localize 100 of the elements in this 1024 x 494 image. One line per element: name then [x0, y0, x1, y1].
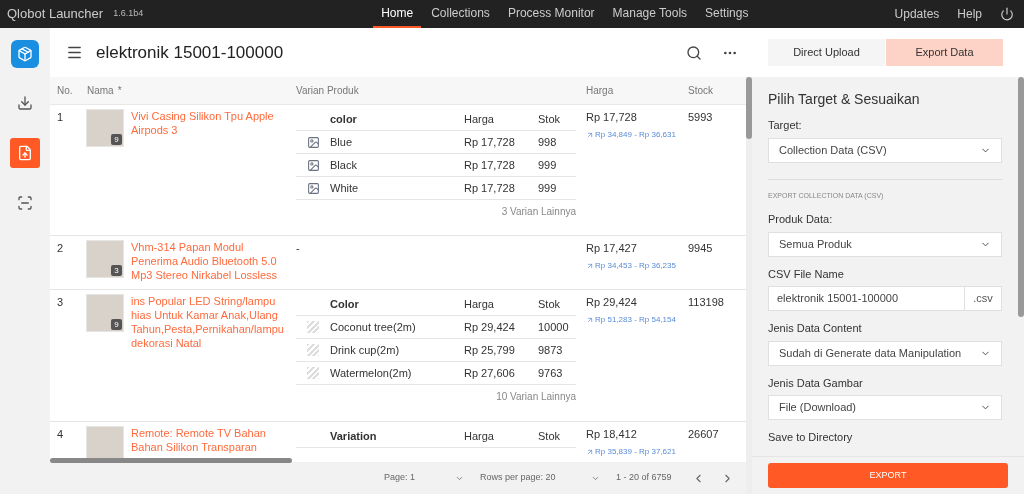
stock-text: 113198: [688, 296, 724, 308]
nav-tab[interactable]: Collections: [423, 0, 498, 28]
dropdown-select[interactable]: Sudah di Generate data Manipulation: [768, 340, 1002, 366]
price-range-text: Rp 51,283 - Rp 54,154: [595, 313, 676, 326]
page-select[interactable]: Page: 1: [384, 471, 464, 485]
menu-icon[interactable]: [66, 44, 83, 61]
variant-stock: 10000: [538, 319, 569, 335]
variant-name: White: [330, 180, 360, 196]
variant-header: Harga: [464, 112, 495, 128]
trend-arrow-icon: [586, 447, 594, 456]
nav-link[interactable]: Updates: [894, 5, 940, 23]
header-button[interactable]: Export Data: [886, 39, 1003, 66]
field-label: CSV File Name: [768, 266, 845, 282]
variant-header: Stok: [538, 429, 560, 445]
image-icon: [306, 135, 320, 149]
app-title: Qlobot Launcher: [7, 5, 104, 24]
dropdown-select[interactable]: Semua Produk: [768, 231, 1002, 257]
trend-arrow-icon: [586, 130, 594, 139]
panel-title: Pilih Target & Sesuaikan: [768, 90, 921, 109]
price-text: Rp 17,427: [586, 241, 638, 256]
no-variants-text: -: [296, 242, 300, 254]
variant-header: color: [330, 112, 358, 128]
price-range-text: Rp 34,453 - Rp 36,235: [595, 259, 676, 272]
target-select[interactable]: Collection Data (CSV): [768, 137, 1002, 163]
app-version: 1.6.1b4: [113, 7, 144, 21]
stock-text: 5993: [688, 111, 713, 123]
variant-price: Rp 25,799: [464, 342, 516, 358]
app-logo-icon: [11, 40, 39, 68]
trend-arrow-icon: [586, 315, 594, 324]
file-extension-label: .csv: [965, 286, 1002, 311]
field-label: Target:: [768, 118, 803, 133]
variant-price: Rp 29,424: [464, 319, 516, 335]
price-text: Rp 29,424: [586, 295, 638, 310]
column-header[interactable]: No.: [50, 83, 82, 98]
image-placeholder: [307, 321, 319, 333]
variant-price: Rp 17,728: [464, 157, 516, 173]
variant-price: Rp 17,728: [464, 134, 516, 150]
nav-tab[interactable]: Manage Tools: [604, 0, 696, 28]
column-header[interactable]: Harga: [580, 83, 688, 98]
variant-price: Rp 27,606: [464, 365, 516, 381]
dropdown-select[interactable]: File (Download): [768, 395, 1002, 420]
variant-name: Coconut tree(2m): [330, 319, 417, 335]
variant-name: Drink cup(2m): [330, 342, 401, 358]
image-placeholder: [307, 367, 319, 379]
column-header[interactable]: Stock: [688, 83, 713, 98]
price-text: Rp 17,728: [586, 110, 638, 125]
column-header[interactable]: Nama: [87, 83, 114, 98]
variant-stock: 999: [538, 180, 557, 196]
search-icon[interactable]: [686, 44, 702, 61]
file-upload-icon: [17, 145, 33, 161]
row-number: 2: [57, 242, 64, 254]
header-button[interactable]: Direct Upload: [768, 39, 885, 66]
stock-text: 9945: [688, 242, 713, 254]
variant-header: Variation: [330, 429, 378, 445]
panel-scrollbar[interactable]: [1018, 77, 1024, 317]
download-icon: [17, 95, 33, 111]
field-label: Save to Directory: [768, 430, 854, 445]
field-label: Jenis Data Content: [768, 321, 863, 336]
variant-price: Rp 17,728: [464, 180, 516, 196]
variant-stock: 999: [538, 157, 557, 173]
more-variants-text[interactable]: 3 Varian Lainnya: [501, 203, 576, 219]
page-range-text: 1 - 20 of 6759: [616, 471, 672, 485]
row-number: 3: [57, 296, 64, 308]
file-name-input[interactable]: elektronik 15001-100000: [768, 286, 965, 311]
variant-stock: 9873: [538, 342, 563, 358]
variant-header: Stok: [538, 297, 560, 313]
variant-stock: 998: [538, 134, 557, 150]
nav-link[interactable]: Help: [957, 5, 982, 23]
page-title: elektronik 15001-100000: [96, 41, 284, 64]
trend-arrow-icon: [586, 261, 594, 270]
power-icon[interactable]: [1000, 7, 1014, 21]
price-range-text: Rp 34,849 - Rp 36,631: [595, 128, 676, 141]
sidebar-button[interactable]: [10, 138, 40, 168]
variant-header: Harga: [464, 429, 495, 445]
image-placeholder: [307, 344, 319, 356]
sort-mark: *: [117, 84, 122, 98]
photo-count-badge: 3: [111, 265, 122, 276]
horizontal-scrollbar[interactable]: [50, 458, 292, 463]
price-text: Rp 18,412: [586, 427, 638, 442]
variant-name: Black: [330, 157, 358, 173]
variant-name: Blue: [330, 134, 354, 150]
image-icon: [306, 158, 320, 172]
nav-tab[interactable]: Home: [373, 0, 422, 28]
row-number: 1: [57, 111, 64, 123]
nav-tab[interactable]: Process Monitor: [499, 0, 603, 28]
vertical-scrollbar[interactable]: [746, 77, 752, 139]
variant-stock: 9763: [538, 365, 563, 381]
nav-tab[interactable]: Settings: [697, 0, 757, 28]
more-variants-text[interactable]: 10 Varian Lainnya: [496, 388, 576, 404]
rows-per-page-select[interactable]: Rows per page: 20: [480, 471, 600, 485]
variant-header: Stok: [538, 112, 560, 128]
field-label: Produk Data:: [768, 212, 834, 227]
scan-icon: [17, 195, 33, 211]
photo-count-badge: 9: [111, 319, 122, 330]
image-icon: [306, 181, 320, 195]
field-label: Jenis Data Gambar: [768, 375, 864, 391]
column-header[interactable]: Varian Produk: [290, 83, 580, 98]
variant-header: Color: [330, 297, 360, 313]
photo-count-badge: 9: [111, 134, 122, 145]
variant-header: Harga: [464, 297, 495, 313]
